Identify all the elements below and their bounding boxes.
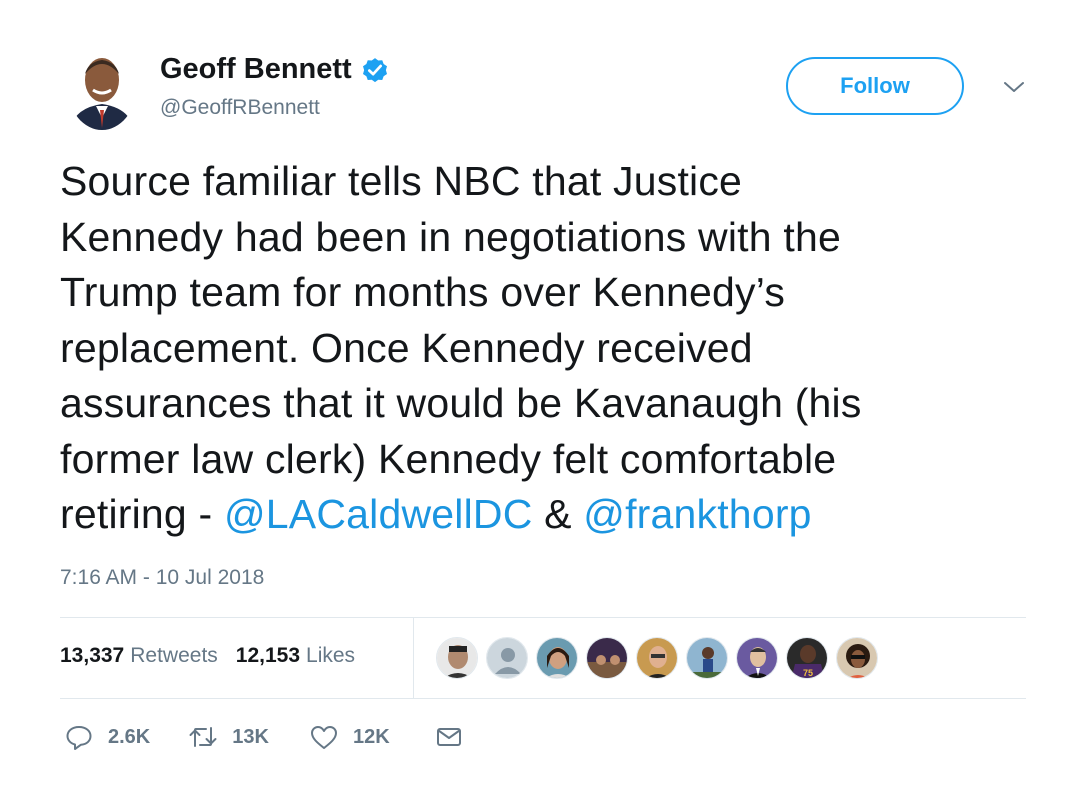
- liker-avatar[interactable]: [486, 637, 528, 679]
- retweets-stat[interactable]: 13,337 Retweets: [60, 644, 218, 668]
- likes-count: 12,153: [235, 644, 301, 667]
- reply-button[interactable]: 2.6K: [64, 722, 150, 752]
- liker-avatars: 75: [436, 637, 886, 679]
- divider: [60, 698, 1026, 699]
- likes-stat[interactable]: 12,153 Likes: [236, 644, 355, 668]
- reply-count: 2.6K: [108, 725, 151, 748]
- mention-link-lacaldwelldc[interactable]: @LACaldwellDC: [224, 491, 533, 537]
- divider: [60, 617, 1026, 618]
- likes-label: Likes: [306, 644, 356, 667]
- reply-icon: [66, 726, 92, 750]
- direct-message-button[interactable]: [434, 722, 478, 752]
- tweet-line: assurances that it would be Kavanaugh (h…: [60, 380, 862, 426]
- like-count: 12K: [352, 725, 390, 748]
- retweets-count: 13,337: [60, 644, 125, 667]
- author-name[interactable]: Geoff Bennett: [160, 53, 352, 86]
- liker-avatar[interactable]: 75: [786, 637, 828, 679]
- heart-icon: [310, 726, 337, 749]
- author-avatar[interactable]: [68, 46, 136, 130]
- tweet-line-last: retiring - @LACaldwellDC & @frankthorp: [60, 487, 1020, 543]
- tweet-timestamp[interactable]: 7:16 AM - 10 Jul 2018: [60, 566, 264, 590]
- tweet-line: Trump team for months over Kennedy’s: [60, 269, 786, 315]
- liker-avatar[interactable]: [736, 637, 778, 679]
- tweet-line: replacement. Once Kennedy received: [60, 324, 753, 371]
- tweet-line-prefix: retiring -: [60, 491, 224, 537]
- tweet-actions: 2.6K 13K 12K: [64, 722, 478, 752]
- tweet-line: former law clerk) Kennedy felt comfortab…: [60, 435, 837, 482]
- tweet-line: Kennedy had been in negotiations with th…: [60, 213, 841, 260]
- chevron-down-icon[interactable]: [1000, 77, 1028, 97]
- envelope-icon: [436, 728, 461, 746]
- liker-avatar[interactable]: [836, 637, 878, 679]
- liker-avatar[interactable]: [686, 637, 728, 679]
- like-button[interactable]: 12K: [309, 722, 390, 752]
- mention-link-frankthorp[interactable]: @frankthorp: [583, 491, 811, 537]
- retweet-count: 13K: [232, 725, 269, 748]
- liker-avatar[interactable]: [436, 637, 478, 679]
- tweet-stats: 13,337 Retweets 12,153 Likes: [60, 644, 373, 668]
- author-name-row: Geoff Bennett: [160, 53, 390, 86]
- tweet-line: Source familiar tells NBC that Justice: [60, 158, 743, 204]
- stats-divider: [413, 617, 414, 698]
- liker-avatar[interactable]: [586, 637, 628, 679]
- liker-avatar[interactable]: [536, 637, 578, 679]
- retweet-button[interactable]: 13K: [188, 722, 269, 752]
- retweet-icon: [189, 727, 217, 747]
- follow-button[interactable]: Follow: [786, 57, 964, 115]
- verified-badge-icon: [362, 57, 387, 82]
- tweet-text: Source familiar tells NBC that Justice K…: [60, 154, 1020, 543]
- author-handle[interactable]: @GeoffRBennett: [160, 96, 320, 120]
- liker-avatar[interactable]: [636, 637, 678, 679]
- retweets-label: Retweets: [130, 644, 218, 667]
- mention-joiner: &: [532, 491, 584, 537]
- svg-text:75: 75: [803, 668, 813, 678]
